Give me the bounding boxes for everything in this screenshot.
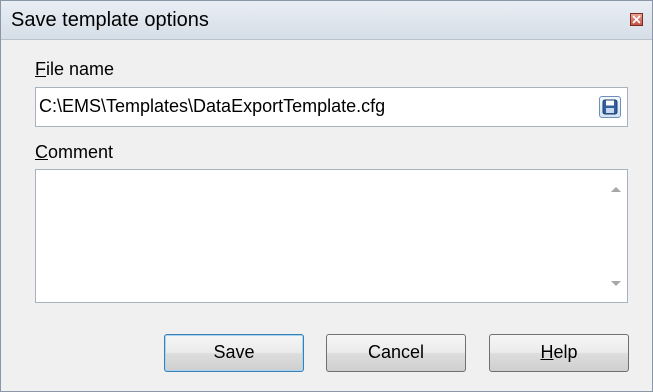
scroll-down-arrow-icon[interactable] <box>611 281 621 286</box>
save-button[interactable]: Save <box>164 334 304 372</box>
title-bar[interactable]: Save template options <box>1 1 652 40</box>
comment-textarea[interactable] <box>35 169 628 303</box>
floppy-disk-icon <box>602 99 618 115</box>
cancel-button[interactable]: Cancel <box>326 334 466 372</box>
scroll-up-arrow-icon[interactable] <box>611 187 621 192</box>
close-button[interactable] <box>630 13 643 26</box>
browse-save-file-button[interactable] <box>599 96 621 118</box>
comment-scrollbar[interactable] <box>605 170 627 302</box>
file-name-value[interactable]: C:\EMS\Templates\DataExportTemplate.cfg <box>39 96 385 117</box>
file-name-input[interactable]: C:\EMS\Templates\DataExportTemplate.cfg <box>35 87 628 127</box>
help-label-rest: elp <box>553 342 578 362</box>
file-name-label: File name <box>35 59 115 79</box>
save-template-dialog: Save template options File name C:\EMS\T… <box>0 0 653 392</box>
dialog-title: Save template options <box>11 9 209 31</box>
close-icon <box>632 15 641 24</box>
comment-label: Comment <box>35 142 114 162</box>
help-button[interactable]: Help <box>489 334 629 372</box>
help-accel: H <box>540 342 554 362</box>
